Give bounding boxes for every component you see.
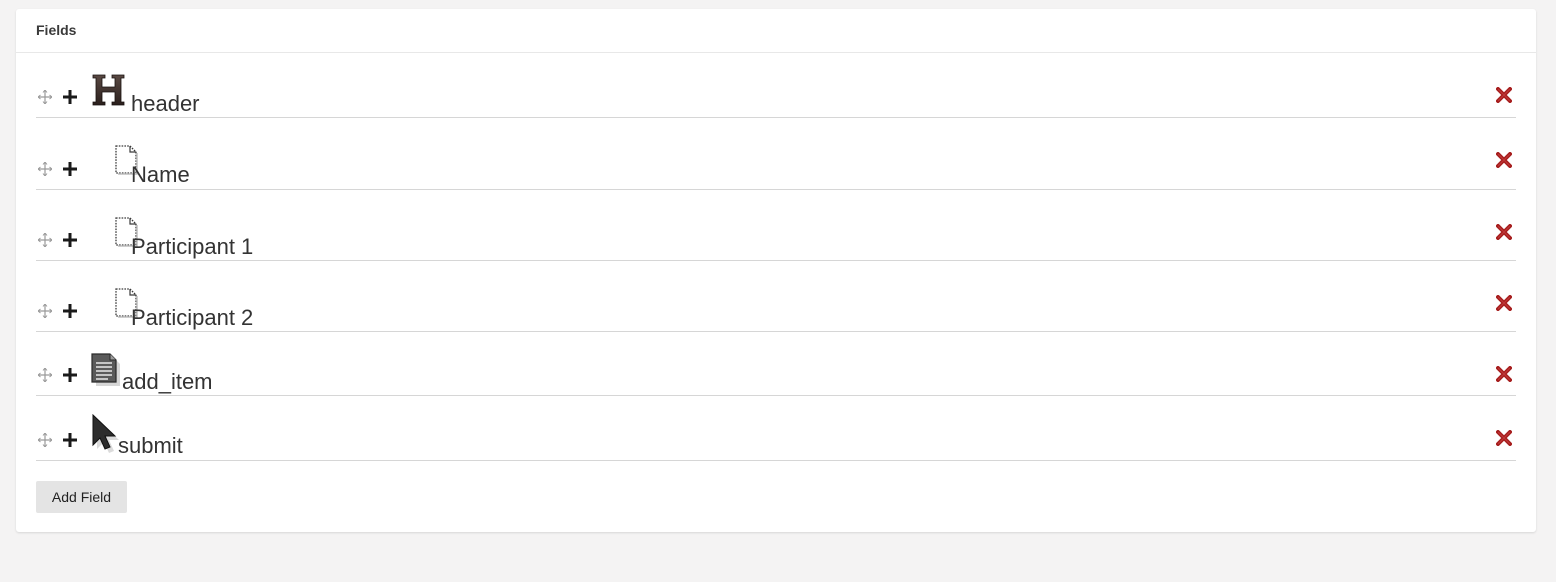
drag-handle-icon[interactable] (37, 303, 53, 319)
delete-icon[interactable] (1496, 87, 1512, 103)
panel-title: Fields (36, 22, 77, 38)
expand-icon[interactable] (63, 233, 77, 247)
field-row-header: header (36, 53, 1516, 118)
drag-handle-icon[interactable] (37, 367, 53, 383)
drag-handle-icon[interactable] (37, 232, 53, 248)
expand-icon[interactable] (63, 304, 77, 318)
drag-handle-icon[interactable] (37, 161, 53, 177)
expand-icon[interactable] (63, 90, 77, 104)
delete-icon[interactable] (1496, 224, 1512, 240)
field-label[interactable]: Name (131, 162, 190, 188)
panel-header: Fields (16, 9, 1536, 53)
delete-icon[interactable] (1496, 295, 1512, 311)
field-row-submit: submit (36, 396, 1516, 461)
delete-icon[interactable] (1496, 430, 1512, 446)
cursor-arrow-icon (91, 413, 119, 459)
document-lines-icon (90, 352, 122, 391)
field-list: header Name Participant 1 Participant 2 … (36, 53, 1516, 461)
field-label[interactable]: add_item (122, 369, 213, 395)
heading-icon (91, 71, 127, 114)
delete-icon[interactable] (1496, 152, 1512, 168)
field-row-participant-1: Participant 1 (36, 190, 1516, 261)
expand-icon[interactable] (63, 368, 77, 382)
expand-icon[interactable] (63, 162, 77, 176)
fields-panel: Fields header Name Participant 1 Partici… (16, 9, 1536, 532)
field-row-add-item: add_item (36, 332, 1516, 396)
field-label[interactable]: Participant 1 (131, 234, 253, 260)
drag-handle-icon[interactable] (37, 89, 53, 105)
field-label[interactable]: submit (118, 433, 183, 459)
expand-icon[interactable] (63, 433, 77, 447)
field-label[interactable]: Participant 2 (131, 305, 253, 331)
field-row-name: Name (36, 118, 1516, 190)
field-row-participant-2: Participant 2 (36, 261, 1516, 332)
add-field-button[interactable]: Add Field (36, 481, 127, 513)
drag-handle-icon[interactable] (37, 432, 53, 448)
delete-icon[interactable] (1496, 366, 1512, 382)
field-label[interactable]: header (131, 91, 200, 117)
